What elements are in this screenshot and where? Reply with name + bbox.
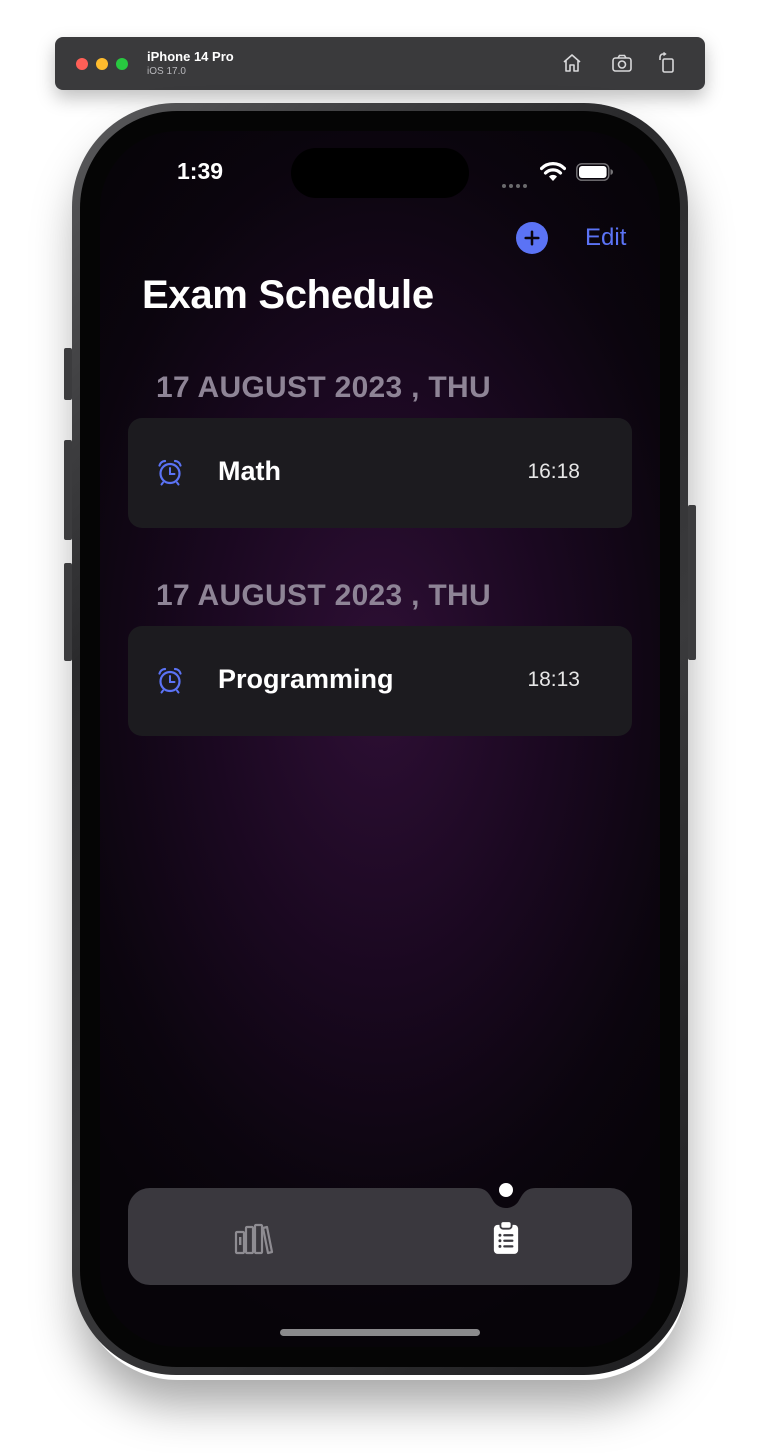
window-close-button[interactable]: [76, 58, 88, 70]
window-zoom-button[interactable]: [116, 58, 128, 70]
power-button: [688, 505, 696, 660]
signal-dots-icon: [502, 175, 530, 188]
add-exam-button[interactable]: [516, 222, 548, 254]
exam-subject: Math: [218, 456, 281, 486]
books-icon: [234, 1223, 274, 1255]
tab-exam-schedule[interactable]: [484, 1216, 528, 1260]
simulator-os-version: iOS 17.0: [147, 66, 186, 77]
tab-bar-background: [128, 1188, 632, 1285]
simulator-device-name: iPhone 14 Pro: [147, 49, 234, 64]
exam-row-math[interactable]: Math 16:18: [128, 418, 632, 528]
app-screen: 1:39 Edit Exam Schedule 17 AUGUST 2023 ,…: [100, 131, 660, 1347]
action-button: [64, 348, 72, 400]
alarm-clock-icon: [156, 666, 184, 694]
section-date-header: 17 AUGUST 2023 , THU: [156, 579, 491, 612]
volume-down-button: [64, 563, 72, 661]
wifi-icon: [539, 161, 567, 183]
edit-button[interactable]: Edit: [585, 224, 626, 252]
tab-library[interactable]: [232, 1216, 276, 1260]
dynamic-island: [291, 148, 469, 198]
tab-bar: [128, 1183, 632, 1285]
home-icon[interactable]: [560, 51, 584, 75]
page-title: Exam Schedule: [142, 273, 434, 317]
section-date-header: 17 AUGUST 2023 , THU: [156, 371, 491, 404]
clipboard-list-icon: [493, 1220, 519, 1254]
window-minimize-button[interactable]: [96, 58, 108, 70]
exam-subject: Programming: [218, 664, 394, 694]
plus-circle-icon: [524, 230, 540, 246]
exam-time: 16:18: [527, 460, 580, 483]
battery-icon: [576, 163, 614, 181]
home-indicator[interactable]: [280, 1329, 480, 1336]
exam-row-programming[interactable]: Programming 18:13: [128, 626, 632, 736]
selected-tab-indicator: [499, 1183, 513, 1197]
simulator-toolbar: iPhone 14 Pro iOS 17.0: [55, 37, 705, 90]
exam-time: 18:13: [527, 668, 580, 691]
status-time: 1:39: [177, 158, 224, 184]
screenshot-icon[interactable]: [610, 51, 634, 75]
rotate-icon[interactable]: [655, 51, 679, 75]
volume-up-button: [64, 440, 72, 540]
alarm-clock-icon: [156, 458, 184, 486]
